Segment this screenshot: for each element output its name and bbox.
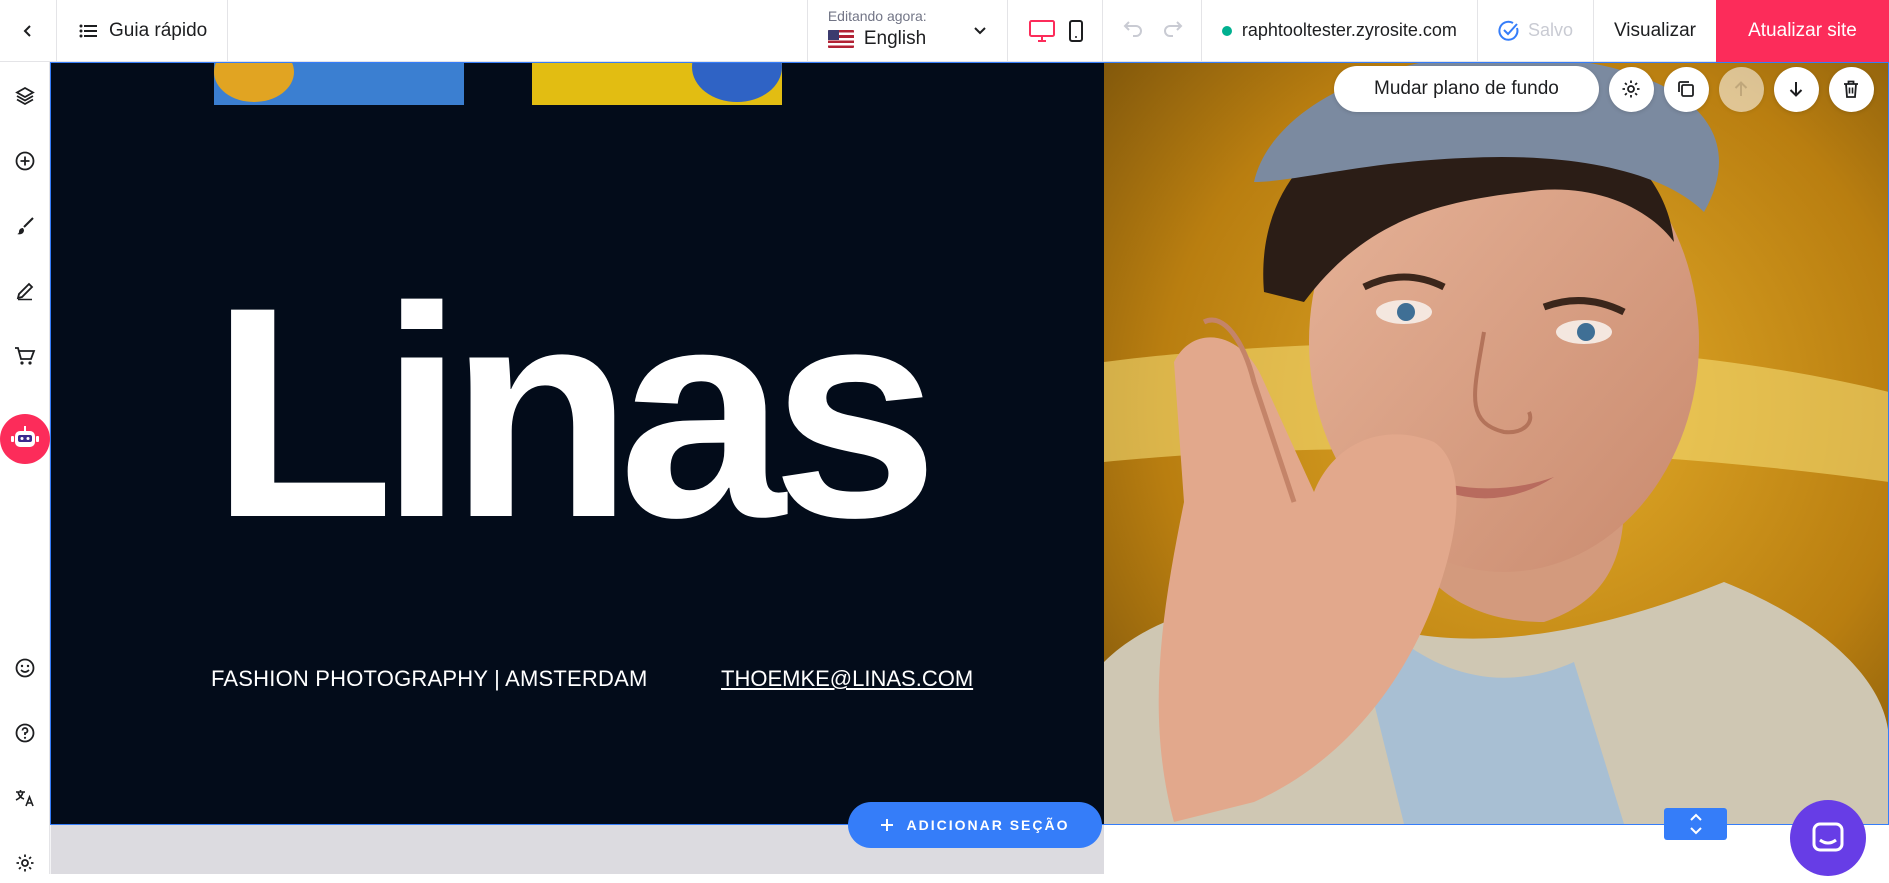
pen-icon bbox=[16, 282, 34, 301]
editor-canvas: Linas FASHION PHOTOGRAPHY | AMSTERDAM TH… bbox=[50, 62, 1889, 874]
redo-icon bbox=[1163, 21, 1183, 37]
chat-support-button[interactable] bbox=[1790, 800, 1866, 876]
preview-button[interactable]: Visualizar bbox=[1592, 0, 1716, 62]
check-circle-icon bbox=[1498, 20, 1519, 41]
change-background-label: Mudar plano de fundo bbox=[1374, 78, 1559, 99]
preview-label: Visualizar bbox=[1613, 19, 1696, 41]
smiley-icon bbox=[15, 658, 35, 678]
language-selector[interactable]: Editando agora: English bbox=[806, 0, 1007, 62]
sidebar-item-ai-assistant[interactable] bbox=[0, 414, 50, 464]
move-section-up-button[interactable] bbox=[1718, 66, 1764, 112]
move-section-down-button[interactable] bbox=[1773, 66, 1819, 112]
gallery-image-1[interactable] bbox=[214, 62, 464, 105]
status-dot-icon bbox=[1221, 25, 1232, 36]
add-section-button[interactable]: ADICIONAR SEÇÃO bbox=[848, 802, 1102, 848]
section-settings-button[interactable] bbox=[1608, 66, 1654, 112]
redo-button[interactable] bbox=[1163, 19, 1183, 42]
sidebar-item-add-element[interactable] bbox=[0, 141, 50, 181]
duplicate-section-button[interactable] bbox=[1663, 66, 1709, 112]
hero-logo-text[interactable]: Linas bbox=[211, 262, 939, 562]
us-flag-icon bbox=[827, 29, 854, 48]
update-site-label: Atualizar site bbox=[1748, 19, 1857, 41]
desktop-icon bbox=[1028, 19, 1055, 42]
resize-vertical-icon bbox=[1689, 813, 1702, 835]
plus-icon bbox=[881, 819, 894, 831]
chat-icon bbox=[1812, 822, 1844, 852]
domain-text: raphtooltester.zyrosite.com bbox=[1241, 20, 1457, 40]
brush-icon bbox=[17, 217, 34, 235]
cart-icon bbox=[15, 347, 36, 365]
quick-guide-label: Guia rápido bbox=[109, 19, 208, 41]
desktop-view-button[interactable] bbox=[1028, 19, 1056, 43]
layers-icon bbox=[15, 86, 35, 106]
arrow-up-icon bbox=[1735, 81, 1748, 96]
sidebar-item-layers[interactable] bbox=[0, 76, 50, 116]
add-section-label: ADICIONAR SEÇÃO bbox=[906, 817, 1070, 833]
change-background-button[interactable]: Mudar plano de fundo bbox=[1334, 66, 1599, 112]
sidebar-item-feedback[interactable] bbox=[0, 648, 50, 688]
language-value: English bbox=[863, 27, 927, 49]
quick-guide-button[interactable]: Guia rápido bbox=[57, 0, 229, 62]
back-button[interactable] bbox=[0, 0, 57, 62]
saved-status: Salvo bbox=[1476, 0, 1593, 62]
hero-portrait-image[interactable] bbox=[1104, 62, 1889, 824]
gallery-image-2[interactable] bbox=[532, 62, 782, 105]
translate-icon bbox=[15, 790, 34, 807]
duplicate-icon bbox=[1678, 81, 1695, 97]
editor-topbar: Guia rápido Editando agora: English raph… bbox=[0, 0, 1889, 62]
chevron-left-icon bbox=[23, 24, 31, 37]
editing-now-label: Editando agora: bbox=[827, 7, 927, 24]
hero-email-link[interactable]: THOEMKE@LINAS.COM bbox=[721, 666, 973, 692]
settings-icon bbox=[16, 854, 34, 872]
history-controls bbox=[1101, 0, 1201, 62]
mobile-view-button[interactable] bbox=[1068, 19, 1084, 42]
sidebar-item-settings[interactable] bbox=[0, 843, 50, 883]
gear-icon bbox=[1622, 80, 1640, 98]
section-toolbar: Mudar plano de fundo bbox=[1334, 66, 1874, 112]
undo-button[interactable] bbox=[1123, 19, 1143, 42]
portrait-photo bbox=[1104, 62, 1889, 824]
list-icon bbox=[79, 24, 97, 37]
device-switcher bbox=[1006, 0, 1102, 62]
section-resize-handle[interactable] bbox=[1664, 808, 1727, 840]
sidebar-item-help[interactable] bbox=[0, 713, 50, 753]
sidebar-item-store[interactable] bbox=[0, 336, 50, 376]
site-domain-link[interactable]: raphtooltester.zyrosite.com bbox=[1200, 0, 1477, 62]
update-site-button[interactable]: Atualizar site bbox=[1716, 0, 1889, 62]
mobile-icon bbox=[1068, 19, 1083, 42]
sidebar-item-translate[interactable] bbox=[0, 778, 50, 818]
trash-icon bbox=[1844, 80, 1859, 98]
editor-sidebar bbox=[0, 62, 50, 874]
undo-icon bbox=[1123, 21, 1142, 37]
hero-tagline[interactable]: FASHION PHOTOGRAPHY | AMSTERDAM bbox=[211, 666, 648, 692]
hero-left-panel[interactable]: Linas FASHION PHOTOGRAPHY | AMSTERDAM TH… bbox=[51, 62, 1104, 824]
saved-label: Salvo bbox=[1527, 20, 1573, 40]
arrow-down-icon bbox=[1790, 82, 1803, 97]
ai-assistant-icon bbox=[11, 426, 39, 447]
help-icon bbox=[15, 723, 35, 743]
chevron-down-icon bbox=[974, 26, 986, 34]
delete-section-button[interactable] bbox=[1828, 66, 1874, 112]
add-element-icon bbox=[15, 151, 35, 171]
sidebar-item-edit[interactable] bbox=[0, 271, 50, 311]
sidebar-item-design[interactable] bbox=[0, 206, 50, 246]
next-section-preview-right bbox=[1104, 824, 1889, 874]
